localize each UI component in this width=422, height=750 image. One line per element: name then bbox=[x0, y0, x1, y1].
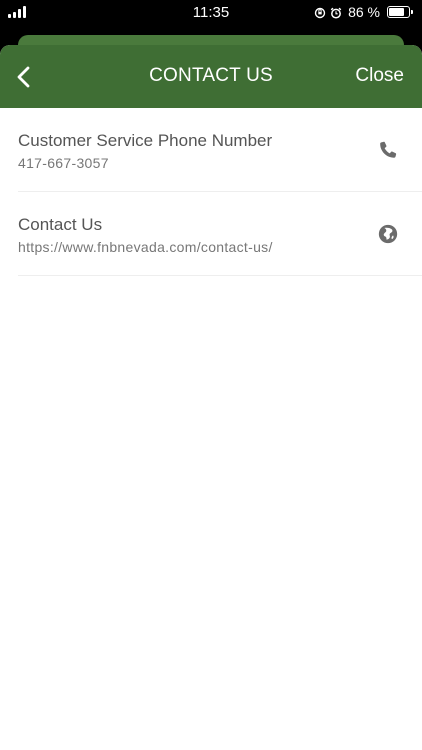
globe-icon[interactable] bbox=[376, 222, 400, 246]
alarm-icon bbox=[330, 6, 342, 19]
phone-icon[interactable] bbox=[376, 138, 400, 162]
navigation-bar: CONTACT US Close bbox=[0, 45, 422, 108]
close-button[interactable]: Close bbox=[355, 65, 404, 87]
battery-percentage: 86 % bbox=[348, 4, 380, 20]
contact-label: Customer Service Phone Number bbox=[18, 131, 273, 150]
battery-level bbox=[389, 8, 404, 16]
battery-icon bbox=[387, 6, 413, 18]
status-right: 86 % bbox=[314, 3, 413, 21]
orientation-lock-icon bbox=[314, 6, 326, 19]
screen: 11:35 86 % CONTACT US Close Customer Ser… bbox=[0, 0, 422, 750]
contact-row-phone[interactable]: Customer Service Phone Number 417-667-30… bbox=[18, 108, 422, 192]
contact-list: Customer Service Phone Number 417-667-30… bbox=[0, 108, 422, 276]
contact-value: 417-667-3057 bbox=[18, 155, 109, 171]
status-bar: 11:35 86 % bbox=[0, 0, 422, 26]
contact-row-website[interactable]: Contact Us https://www.fnbnevada.com/con… bbox=[18, 192, 422, 276]
contact-label: Contact Us bbox=[18, 215, 103, 234]
contact-value: https://www.fnbnevada.com/contact-us/ bbox=[18, 239, 273, 255]
contact-sheet: CONTACT US Close Customer Service Phone … bbox=[0, 45, 422, 750]
